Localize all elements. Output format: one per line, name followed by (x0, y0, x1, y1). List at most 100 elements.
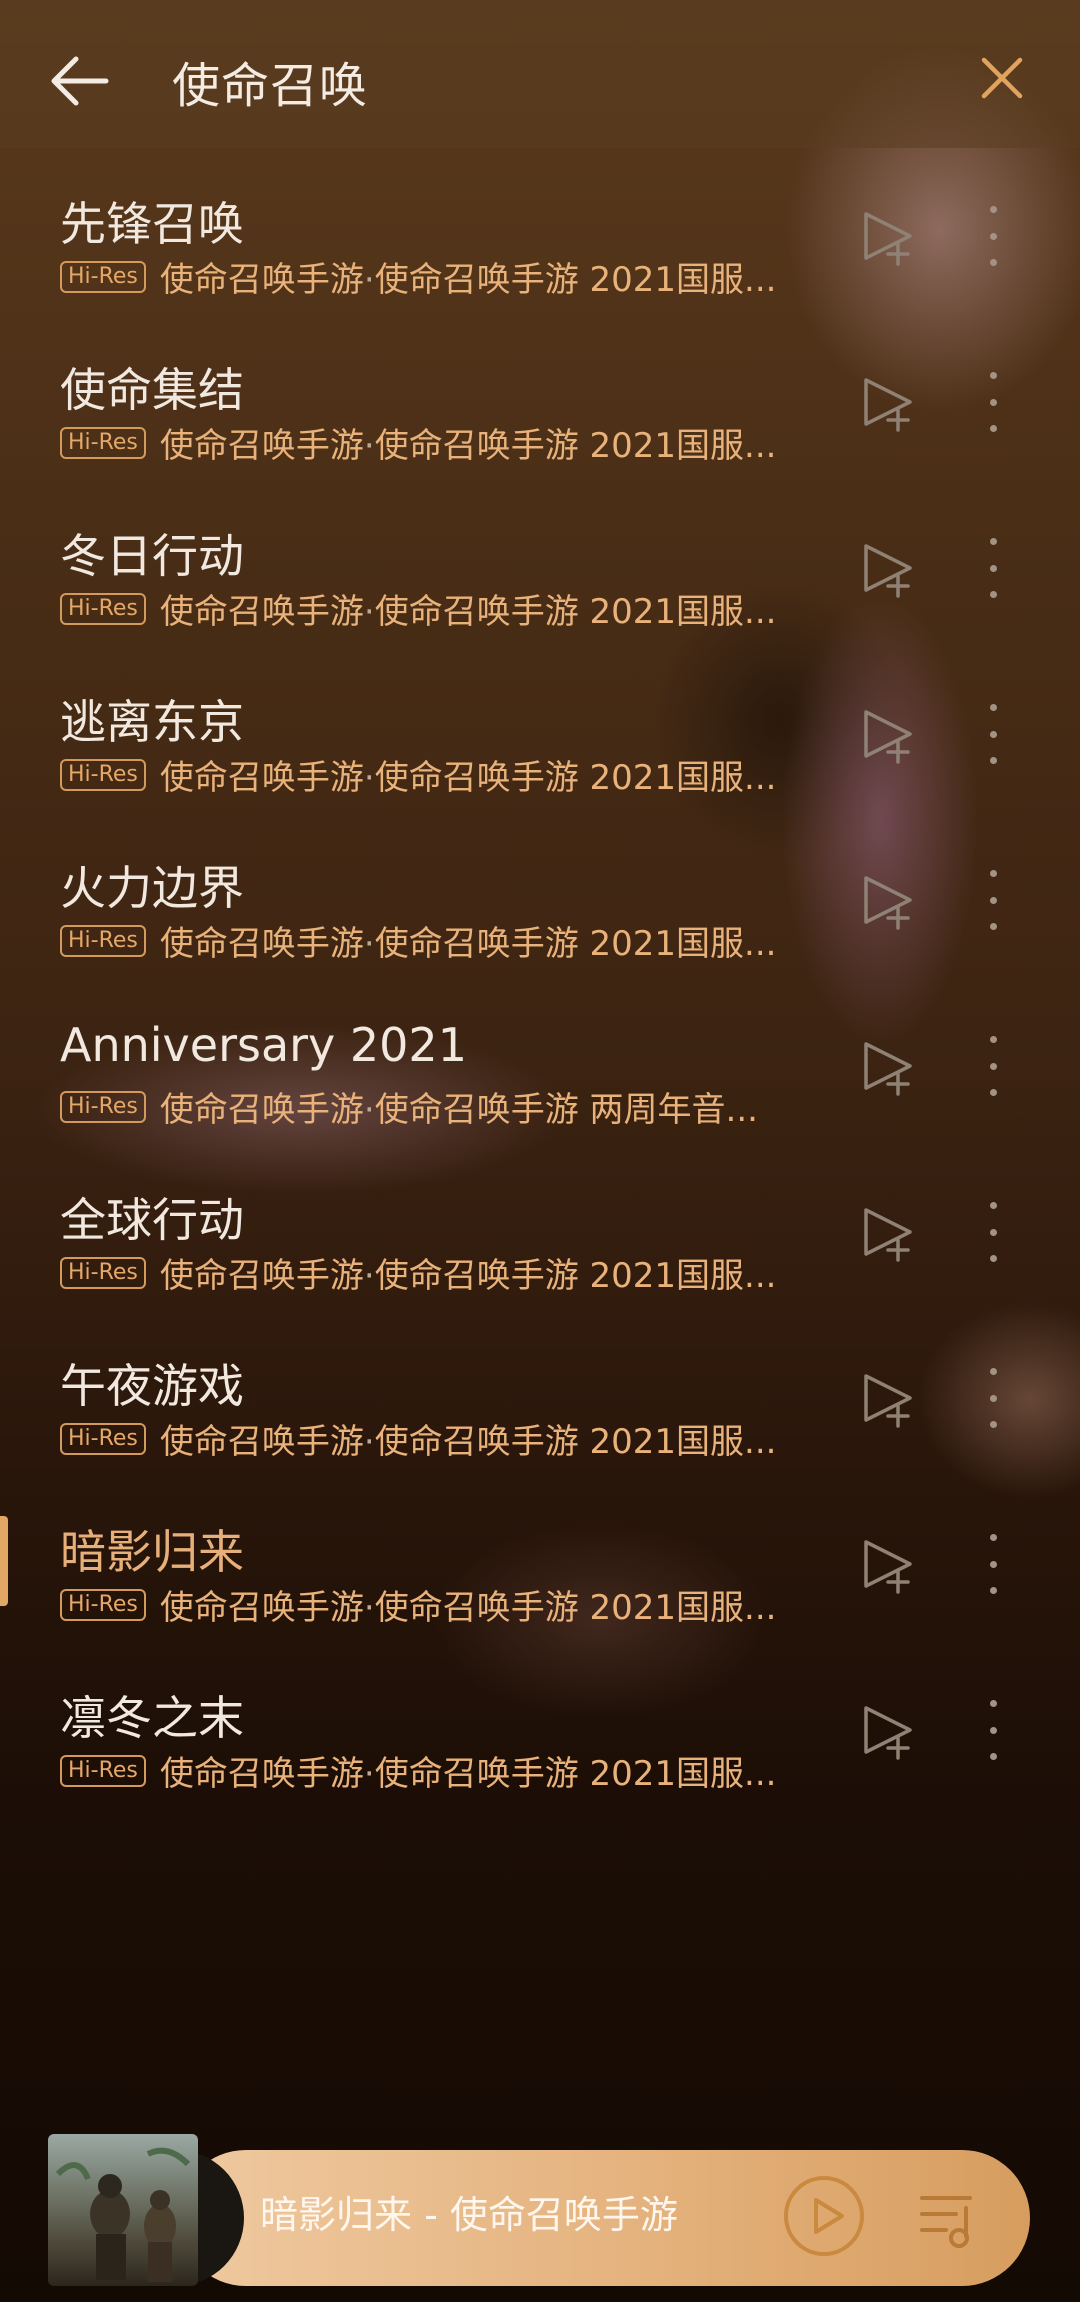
song-meta: Hi-Res 使命召唤手游·使命召唤手游 2021国服... (60, 1248, 830, 1297)
song-meta: Hi-Res 使命召唤手游·使命召唤手游 2021国服... (60, 252, 830, 301)
add-to-playlist-button[interactable] (860, 872, 918, 930)
album-name: 使命召唤手游 2021国服... (374, 1754, 777, 1794)
add-to-playlist-icon (864, 1208, 912, 1262)
artist-name: 使命召唤手游 (159, 260, 364, 300)
more-options-button[interactable] (976, 538, 1010, 598)
artist-name: 使命召唤手游 (159, 1090, 364, 1130)
artist-name: 使命召唤手游 (159, 1588, 364, 1628)
add-to-playlist-icon (864, 1540, 912, 1594)
close-button[interactable] (974, 50, 1030, 106)
separator: · (363, 592, 375, 632)
song-meta: Hi-Res 使命召唤手游·使命召唤手游 2021国服... (60, 1414, 830, 1463)
add-to-playlist-button[interactable] (860, 1038, 918, 1096)
song-title: 暗影归来 (60, 1525, 244, 1579)
song-row[interactable]: Anniversary 2021 Hi-Res 使命召唤手游·使命召唤手游 两周… (0, 978, 1080, 1144)
song-subtitle: 使命召唤手游·使命召唤手游 2021国服... (160, 1580, 777, 1629)
add-to-playlist-button[interactable] (860, 706, 918, 764)
hi-res-badge: Hi-Res (60, 1090, 146, 1123)
play-icon (784, 2176, 864, 2256)
separator: · (363, 426, 375, 466)
separator: · (363, 1588, 375, 1628)
more-vertical-icon (989, 206, 997, 213)
add-to-playlist-button[interactable] (860, 1370, 918, 1428)
more-options-button[interactable] (976, 1700, 1010, 1760)
add-to-playlist-icon (864, 212, 912, 266)
top-bar: 使命召唤 (0, 0, 1080, 148)
close-icon (981, 57, 1023, 99)
mini-player[interactable]: 暗影归来 - 使命召唤手游 (48, 2134, 1032, 2286)
song-title: 先锋召唤 (60, 197, 244, 251)
more-options-button[interactable] (976, 1202, 1010, 1262)
more-options-button[interactable] (976, 372, 1010, 432)
page-title: 使命召唤 (172, 58, 369, 114)
separator: · (363, 1422, 375, 1462)
artist-name: 使命召唤手游 (159, 758, 364, 798)
song-title: 午夜游戏 (60, 1359, 244, 1413)
song-subtitle: 使命召唤手游·使命召唤手游 2021国服... (160, 1746, 777, 1795)
song-title: Anniversary 2021 (60, 1018, 467, 1072)
more-vertical-icon (989, 538, 997, 545)
hi-res-badge: Hi-Res (60, 1422, 146, 1455)
more-vertical-icon (989, 704, 997, 711)
separator: · (363, 924, 375, 964)
song-list: 先锋召唤 Hi-Res 使命召唤手游·使命召唤手游 2021国服... 使命集结… (0, 148, 1080, 1808)
separator: · (363, 260, 375, 300)
hi-res-badge: Hi-Res (60, 592, 146, 625)
album-name: 使命召唤手游 2021国服... (374, 1256, 777, 1296)
song-row[interactable]: 午夜游戏 Hi-Res 使命召唤手游·使命召唤手游 2021国服... (0, 1310, 1080, 1476)
song-subtitle: 使命召唤手游·使命召唤手游 2021国服... (160, 916, 777, 965)
song-row[interactable]: 逃离东京 Hi-Res 使命召唤手游·使命召唤手游 2021国服... (0, 646, 1080, 812)
hi-res-badge: Hi-Res (60, 924, 146, 957)
more-vertical-icon (989, 1700, 997, 1707)
add-to-playlist-button[interactable] (860, 540, 918, 598)
more-options-button[interactable] (976, 870, 1010, 930)
song-subtitle: 使命召唤手游·使命召唤手游 2021国服... (160, 584, 777, 633)
add-to-playlist-icon (864, 1706, 912, 1760)
song-meta: Hi-Res 使命召唤手游·使命召唤手游 2021国服... (60, 1580, 830, 1629)
artist-name: 使命召唤手游 (159, 426, 364, 466)
add-to-playlist-button[interactable] (860, 374, 918, 432)
playlist-button[interactable] (916, 2184, 982, 2250)
add-to-playlist-button[interactable] (860, 1536, 918, 1594)
song-row[interactable]: 先锋召唤 Hi-Res 使命召唤手游·使命召唤手游 2021国服... (0, 148, 1080, 314)
song-subtitle: 使命召唤手游·使命召唤手游 2021国服... (160, 1414, 777, 1463)
more-options-button[interactable] (976, 1368, 1010, 1428)
more-options-button[interactable] (976, 1036, 1010, 1096)
now-playing-text: 暗影归来 - 使命召唤手游 (260, 2193, 678, 2237)
song-row[interactable]: 暗影归来 Hi-Res 使命召唤手游·使命召唤手游 2021国服... (0, 1476, 1080, 1642)
more-options-button[interactable] (976, 206, 1010, 266)
song-title: 全球行动 (60, 1193, 244, 1247)
add-to-playlist-button[interactable] (860, 1702, 918, 1760)
song-row[interactable]: 火力边界 Hi-Res 使命召唤手游·使命召唤手游 2021国服... (0, 812, 1080, 978)
song-meta: Hi-Res 使命召唤手游·使命召唤手游 2021国服... (60, 750, 830, 799)
add-to-playlist-icon (864, 1374, 912, 1428)
add-to-playlist-button[interactable] (860, 208, 918, 266)
album-name: 使命召唤手游 2021国服... (374, 426, 777, 466)
album-cover[interactable] (48, 2134, 198, 2286)
add-to-playlist-button[interactable] (860, 1204, 918, 1262)
playlist-queue-icon (920, 2196, 972, 2248)
add-to-playlist-icon (864, 1042, 912, 1096)
hi-res-badge: Hi-Res (60, 1588, 146, 1621)
song-row[interactable]: 使命集结 Hi-Res 使命召唤手游·使命召唤手游 2021国服... (0, 314, 1080, 480)
more-vertical-icon (989, 1534, 997, 1541)
album-name: 使命召唤手游 2021国服... (374, 1422, 777, 1462)
separator: · (363, 1090, 375, 1130)
play-button[interactable] (782, 2174, 866, 2258)
song-row[interactable]: 全球行动 Hi-Res 使命召唤手游·使命召唤手游 2021国服... (0, 1144, 1080, 1310)
artist-name: 使命召唤手游 (159, 1256, 364, 1296)
song-title: 火力边界 (60, 861, 244, 915)
more-options-button[interactable] (976, 704, 1010, 764)
song-title: 逃离东京 (60, 695, 244, 749)
hi-res-badge: Hi-Res (60, 260, 146, 293)
more-options-button[interactable] (976, 1534, 1010, 1594)
album-name: 使命召唤手游 两周年音... (374, 1090, 758, 1130)
song-row[interactable]: 凛冬之末 Hi-Res 使命召唤手游·使命召唤手游 2021国服... (0, 1642, 1080, 1808)
song-subtitle: 使命召唤手游·使命召唤手游 2021国服... (160, 252, 777, 301)
more-vertical-icon (989, 1036, 997, 1043)
more-vertical-icon (989, 1202, 997, 1209)
back-button[interactable] (44, 45, 116, 117)
song-row[interactable]: 冬日行动 Hi-Res 使命召唤手游·使命召唤手游 2021国服... (0, 480, 1080, 646)
song-subtitle: 使命召唤手游·使命召唤手游 两周年音... (160, 1082, 758, 1131)
song-title: 冬日行动 (60, 529, 244, 583)
